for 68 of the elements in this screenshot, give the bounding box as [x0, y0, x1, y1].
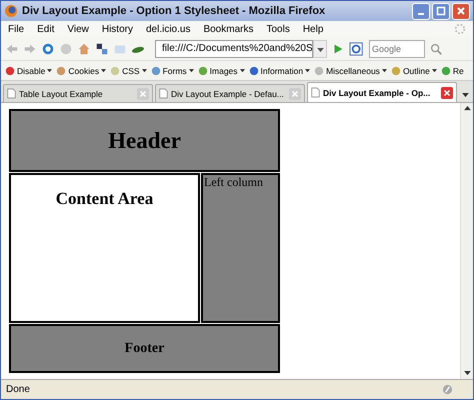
- status-icon: [442, 384, 453, 395]
- left-column-text: Left column: [204, 175, 263, 189]
- address-field[interactable]: file:///C:/Documents%20and%20S: [155, 40, 313, 58]
- dropdown-button[interactable]: [313, 40, 327, 58]
- menu-item[interactable]: Tools: [266, 24, 290, 34]
- circle-icon: [56, 66, 66, 76]
- browser-tab[interactable]: Div Layout Example - Op...: [307, 82, 457, 102]
- circle-icon: [248, 66, 259, 76]
- content-heading: Content Area: [56, 189, 154, 210]
- toolbar-menu[interactable]: Forms: [150, 66, 194, 76]
- reload-icon[interactable]: [41, 42, 55, 56]
- circle-icon: [5, 66, 15, 76]
- caret-icon: [47, 68, 52, 72]
- menu-item[interactable]: File: [8, 24, 24, 34]
- menu-item[interactable]: Help: [302, 24, 324, 34]
- circle-icon: [390, 66, 401, 76]
- close-icon: [456, 6, 466, 16]
- caret-icon: [305, 68, 310, 72]
- menu-item[interactable]: Edit: [37, 24, 54, 34]
- caret-icon: [316, 48, 324, 53]
- browser-tab[interactable]: Div Layout Example - Defau...: [155, 84, 305, 102]
- caret-icon: [462, 92, 468, 98]
- search-field[interactable]: Google: [369, 40, 425, 58]
- circle-icon: [198, 66, 208, 76]
- toolbar-menu[interactable]: Outline: [390, 66, 437, 76]
- circle-icon: [150, 66, 161, 76]
- menu-item[interactable]: Bookmarks: [203, 24, 254, 34]
- minimize-icon: [418, 13, 424, 15]
- close-icon[interactable]: [441, 86, 453, 98]
- close-button[interactable]: [452, 2, 470, 20]
- circle-icon: [314, 66, 324, 76]
- circle-icon: [110, 66, 120, 76]
- throbber-icon: [454, 23, 466, 35]
- status-text: Done: [6, 384, 30, 395]
- caret-icon: [240, 68, 245, 72]
- menu-item[interactable]: del.icio.us: [146, 24, 190, 34]
- toolbar-menu[interactable]: Cookies: [56, 66, 106, 76]
- toolbar-menu[interactable]: Miscellaneous: [314, 66, 387, 76]
- scrollbar[interactable]: [460, 103, 473, 379]
- toolbar-menu[interactable]: Disable: [5, 66, 52, 76]
- maximize-icon: [436, 6, 446, 16]
- toolbar-menu[interactable]: Information: [248, 66, 310, 76]
- browser-tab[interactable]: Table Layout Example: [3, 84, 153, 102]
- page-icon: [7, 88, 16, 99]
- window-title: Div Layout Example - Option 1 Stylesheet - Mozilla Firefox: [22, 5, 326, 17]
- header-text: Header: [108, 128, 181, 154]
- caret-icon: [142, 68, 147, 72]
- caret-icon: [101, 68, 106, 72]
- page-icon: [311, 87, 320, 98]
- scroll-up-icon[interactable]: [464, 106, 470, 111]
- toolbar-menu[interactable]: Images: [198, 66, 245, 76]
- menu-item[interactable]: View: [67, 24, 89, 34]
- caret-icon: [432, 68, 437, 72]
- page-icon: [159, 88, 168, 99]
- footer-text: Footer: [124, 340, 164, 356]
- minimize-button[interactable]: [412, 2, 430, 20]
- toolbar-menu[interactable]: CSS: [110, 66, 147, 76]
- circle-icon: [440, 66, 451, 76]
- search-icon[interactable]: [429, 42, 443, 56]
- scroll-down-icon[interactable]: [464, 371, 470, 376]
- menu-item[interactable]: History: [102, 24, 133, 34]
- toolbar-menu[interactable]: Re: [440, 66, 464, 76]
- grid-icon[interactable]: [95, 42, 109, 56]
- maximize-button[interactable]: [432, 2, 450, 20]
- search-engine-icon[interactable]: [349, 42, 365, 56]
- caret-icon: [188, 68, 194, 72]
- caret-icon: [382, 68, 387, 72]
- globe-icon: [4, 4, 18, 18]
